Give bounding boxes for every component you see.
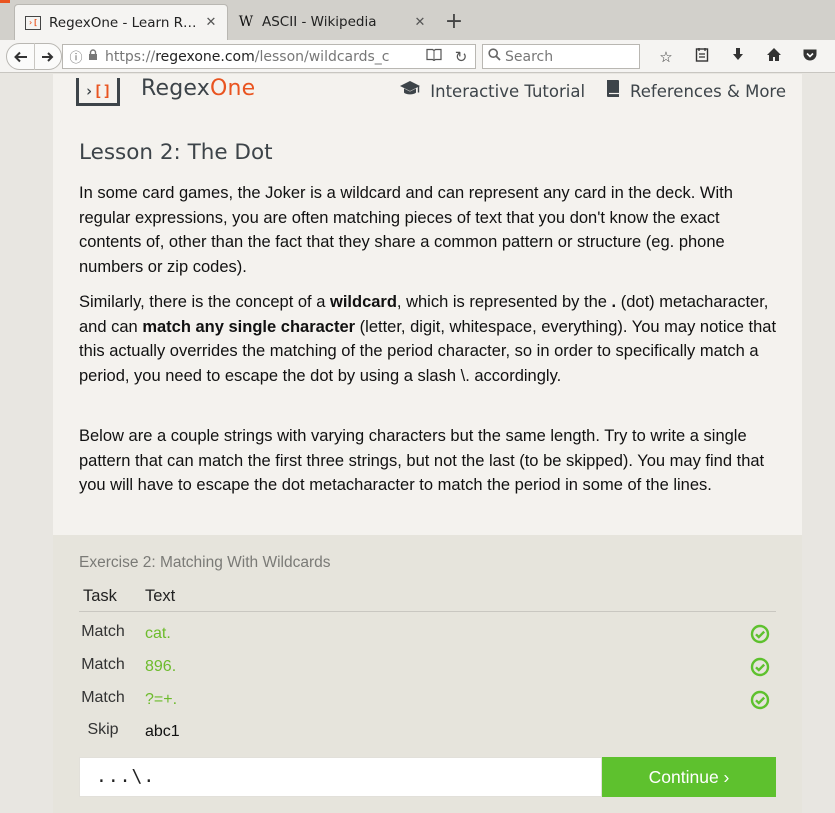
page-title: Lesson 2: The Dot xyxy=(79,140,273,165)
reader-view-icon[interactable] xyxy=(421,48,447,65)
table-row: Match ?=+. xyxy=(79,689,776,719)
lesson-card: ›[] RegexOne Interactive Tutorial Refere… xyxy=(53,74,802,813)
close-tab-icon[interactable]: ✕ xyxy=(201,15,221,30)
check-circle-icon xyxy=(750,657,770,677)
lesson-paragraph-2: Similarly, there is the concept of a wil… xyxy=(79,293,777,386)
search-bar[interactable]: Search xyxy=(482,44,640,69)
task-label: Match xyxy=(81,689,125,706)
nav-label: References & More xyxy=(630,81,786,101)
table-row: Match 896. xyxy=(79,656,776,686)
nav-references[interactable]: References & More xyxy=(605,79,786,103)
tab-title: RegexOne - Learn R… xyxy=(49,14,197,31)
test-string: abc1 xyxy=(145,723,180,740)
lesson-paragraph-3: Below are a couple strings with varying … xyxy=(79,427,765,495)
download-icon[interactable] xyxy=(720,47,756,66)
reload-icon[interactable]: ↻ xyxy=(447,48,475,66)
tab-strip: ›[ RegexOne - Learn R… ✕ W ASCII - Wikip… xyxy=(0,0,835,40)
site-info-icon[interactable]: ⓘ xyxy=(67,47,85,66)
continue-button[interactable]: Continue › xyxy=(602,757,776,797)
check-circle-icon xyxy=(750,624,770,644)
navigation-toolbar: ⓘ https://regexone.com/lesson/wildcards_… xyxy=(0,40,835,73)
site-nav: Interactive Tutorial References & More xyxy=(379,79,786,103)
nav-label: Interactive Tutorial xyxy=(430,81,586,101)
arrow-right-icon xyxy=(42,51,54,62)
window-accent xyxy=(0,0,10,3)
task-label: Match xyxy=(81,656,125,673)
arrow-left-icon xyxy=(13,51,27,62)
regex-input[interactable]: ...\. xyxy=(79,757,602,797)
logo-chevron: › xyxy=(84,81,94,100)
book-icon xyxy=(605,79,621,103)
close-tab-icon[interactable]: ✕ xyxy=(410,15,430,30)
test-string: cat. xyxy=(145,625,171,642)
tab-title: ASCII - Wikipedia xyxy=(262,14,377,30)
reading-list-icon[interactable] xyxy=(684,47,720,66)
tab-wikipedia[interactable]: W ASCII - Wikipedia ✕ xyxy=(228,4,436,40)
test-string: ?=+. xyxy=(145,691,178,708)
toolbar-icons: ☆ xyxy=(648,44,828,69)
url-bar[interactable]: ⓘ https://regexone.com/lesson/wildcards_… xyxy=(62,44,476,69)
logo-brackets: [] xyxy=(93,81,112,100)
test-string: 896. xyxy=(145,658,177,675)
page-viewport: ›[] RegexOne Interactive Tutorial Refere… xyxy=(0,74,835,813)
regexone-logo-icon[interactable]: ›[] xyxy=(76,78,120,106)
search-icon xyxy=(483,48,505,65)
lesson-paragraph-1: In some card games, the Joker is a wildc… xyxy=(79,184,733,277)
check-circle-icon xyxy=(750,690,770,710)
column-header-text: Text xyxy=(145,587,176,605)
table-row: Match cat. xyxy=(79,623,776,653)
exercise-panel: Exercise 2: Matching With Wildcards Task… xyxy=(53,535,802,813)
task-label: Match xyxy=(81,623,125,640)
new-tab-button[interactable]: + xyxy=(442,8,466,36)
column-header-task: Task xyxy=(83,587,117,605)
url-text: https://regexone.com/lesson/wildcards_c xyxy=(105,48,390,65)
home-icon[interactable] xyxy=(756,47,792,66)
table-row: Skip abc1 xyxy=(79,721,776,751)
regexone-favicon-icon: ›[ xyxy=(25,15,41,30)
back-button[interactable] xyxy=(7,43,35,70)
forward-button[interactable] xyxy=(35,43,61,70)
search-placeholder: Search xyxy=(505,48,554,65)
lock-icon xyxy=(85,49,101,64)
nav-interactive-tutorial[interactable]: Interactive Tutorial xyxy=(399,80,585,102)
bookmark-star-icon[interactable]: ☆ xyxy=(648,48,684,66)
graduation-cap-icon xyxy=(399,80,421,102)
back-forward-group xyxy=(6,43,62,70)
exercise-title: Exercise 2: Matching With Wildcards xyxy=(79,554,331,571)
tab-regexone[interactable]: ›[ RegexOne - Learn R… ✕ xyxy=(14,4,228,40)
task-label: Skip xyxy=(87,721,119,738)
wikipedia-favicon-icon: W xyxy=(238,14,254,30)
site-logo-text[interactable]: RegexOne xyxy=(141,76,255,101)
exercise-table-header: Task Text xyxy=(79,587,776,612)
pocket-icon[interactable] xyxy=(792,48,828,66)
